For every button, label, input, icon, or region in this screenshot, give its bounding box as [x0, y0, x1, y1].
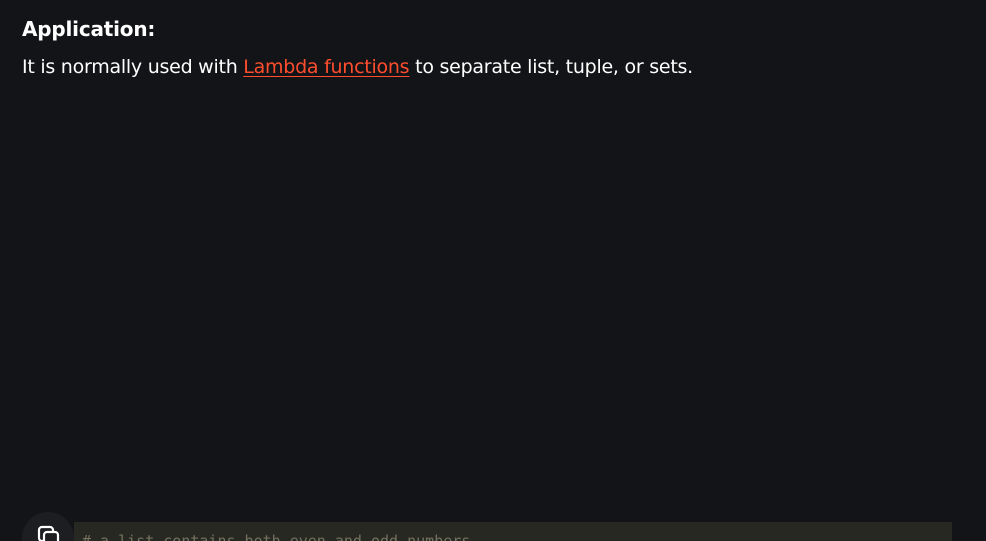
copy-code-button[interactable]	[22, 512, 74, 541]
copy-icon	[37, 525, 60, 541]
lambda-functions-link[interactable]: Lambda functions	[243, 56, 409, 78]
paragraph-text-before: It is normally used with	[22, 56, 244, 78]
paragraph-text-after: to separate list, tuple, or sets.	[409, 56, 693, 78]
section-heading: Application:	[22, 17, 156, 41]
code-comment-line: # a list contains both even and odd numb…	[82, 532, 480, 541]
section-paragraph: It is normally used with Lambda function…	[22, 53, 693, 81]
code-block: # a list contains both even and odd numb…	[74, 522, 952, 541]
